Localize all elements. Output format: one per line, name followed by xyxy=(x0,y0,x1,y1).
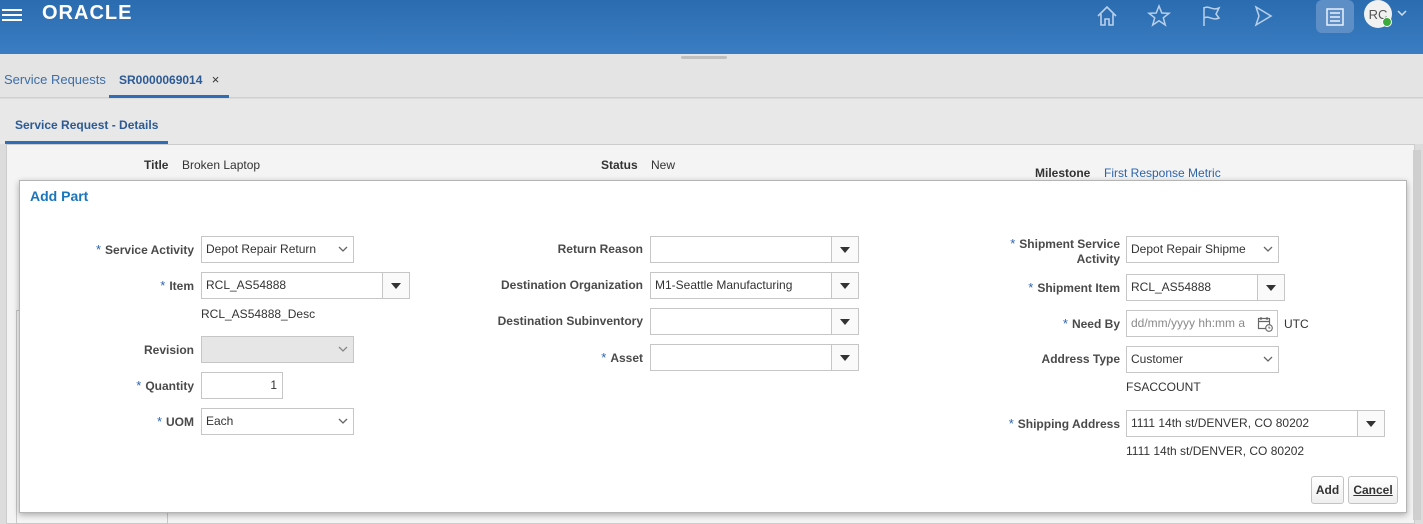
service-activity-label: * Service Activity xyxy=(95,242,194,257)
shipping-address-label: * Shipping Address xyxy=(1008,416,1120,431)
cancel-button[interactable]: Cancel xyxy=(1348,476,1398,504)
revision-select[interactable] xyxy=(201,336,354,363)
close-icon[interactable]: × xyxy=(212,72,220,87)
subtab-bar xyxy=(0,99,1423,144)
item-search-button[interactable] xyxy=(382,273,409,298)
shipping-address-display: 1111 14th st/DENVER, CO 80202 xyxy=(1126,444,1305,458)
subtab-service-request-details[interactable]: Service Request - Details xyxy=(5,112,169,144)
chevron-down-icon xyxy=(338,346,348,352)
tab-strip: Service Requests SR0000069014 × xyxy=(0,54,1423,98)
service-activity-select[interactable]: Depot Repair Return xyxy=(201,236,354,263)
need-by-input[interactable]: dd/mm/yyyy hh:mm a xyxy=(1126,310,1278,337)
destination-subinventory-dropdown-button[interactable] xyxy=(831,309,858,334)
revision-label: Revision xyxy=(143,343,194,357)
dropdown-arrow-icon xyxy=(391,282,401,289)
dropdown-arrow-icon xyxy=(1266,284,1276,291)
address-type-select[interactable]: Customer xyxy=(1126,346,1279,373)
return-reason-select[interactable] xyxy=(650,236,859,263)
dropdown-arrow-icon xyxy=(840,354,850,361)
add-part-dialog: Add Part * Service Activity Depot Repair … xyxy=(19,180,1407,513)
chevron-down-icon xyxy=(1263,246,1273,252)
tab-sr-detail[interactable]: SR0000069014 × xyxy=(109,66,230,98)
milestone-label: Milestone xyxy=(1035,166,1091,180)
quantity-input[interactable]: 1 xyxy=(201,372,283,399)
chevron-down-icon xyxy=(338,418,348,424)
chevron-down-icon xyxy=(338,246,348,252)
oracle-logo: ORACLE xyxy=(42,2,133,24)
splitter-handle[interactable] xyxy=(681,56,727,59)
timezone-label: UTC xyxy=(1284,317,1309,331)
status-value: New xyxy=(651,158,676,172)
tasks-icon[interactable] xyxy=(1316,0,1354,33)
dropdown-arrow-icon xyxy=(1366,420,1376,427)
milestone-link[interactable]: First Response Metric xyxy=(1104,166,1221,180)
need-by-label: * Need By xyxy=(1062,316,1120,331)
destination-organization-label: Destination Organization xyxy=(500,278,643,292)
title-label: Title xyxy=(144,158,169,172)
tab-sr-detail-label: SR0000069014 xyxy=(119,73,203,87)
shipping-address-dropdown-button[interactable] xyxy=(1357,411,1384,436)
add-button[interactable]: Add xyxy=(1311,476,1344,504)
star-icon[interactable] xyxy=(1146,3,1172,29)
quantity-label: * Quantity xyxy=(136,378,194,393)
uom-label: * UOM xyxy=(156,414,194,429)
menu-icon[interactable] xyxy=(2,6,22,24)
destination-subinventory-label: Destination Subinventory xyxy=(497,314,643,328)
destination-subinventory-select[interactable] xyxy=(650,308,859,335)
customer-account: FSACCOUNT xyxy=(1126,380,1201,394)
title-value: Broken Laptop xyxy=(182,158,261,172)
page-scrollbar[interactable] xyxy=(1413,150,1421,520)
global-header: ORACLE RC xyxy=(0,0,1423,54)
shipping-address-select[interactable]: 1111 14th st/DENVER, CO 80202 xyxy=(1126,410,1385,437)
tab-service-requests[interactable]: Service Requests xyxy=(4,72,106,87)
asset-select[interactable] xyxy=(650,344,859,371)
chevron-down-icon xyxy=(1263,356,1273,362)
destination-organization-select[interactable]: M1-Seattle Manufacturing xyxy=(650,272,859,299)
home-icon[interactable] xyxy=(1094,3,1120,29)
destination-organization-dropdown-button[interactable] xyxy=(831,273,858,298)
dropdown-arrow-icon xyxy=(840,318,850,325)
return-reason-label: Return Reason xyxy=(557,242,643,256)
asset-dropdown-button[interactable] xyxy=(831,345,858,370)
asset-label: * Asset xyxy=(601,350,643,365)
return-reason-dropdown-button[interactable] xyxy=(831,237,858,262)
online-status-icon xyxy=(1382,17,1392,27)
flag-icon[interactable] xyxy=(1198,3,1224,29)
shipment-item-input[interactable]: RCL_AS54888 xyxy=(1126,274,1285,301)
shipment-service-activity-label: * Shipment Service Activity xyxy=(1010,236,1120,266)
dialog-title: Add Part xyxy=(30,188,89,204)
item-label: * Item xyxy=(160,278,194,293)
item-input[interactable]: RCL_AS54888 xyxy=(201,272,410,299)
calendar-icon[interactable] xyxy=(1253,311,1277,336)
shipment-item-search-button[interactable] xyxy=(1257,275,1284,300)
dropdown-arrow-icon xyxy=(840,282,850,289)
chevron-down-icon[interactable] xyxy=(1397,8,1407,20)
dropdown-arrow-icon xyxy=(840,246,850,253)
status-label: Status xyxy=(601,158,638,172)
shipment-item-label: * Shipment Item xyxy=(1028,280,1120,295)
navigator-icon[interactable] xyxy=(1250,3,1276,29)
uom-select[interactable]: Each xyxy=(201,408,354,435)
item-description: RCL_AS54888_Desc xyxy=(201,307,316,321)
shipment-service-activity-select[interactable]: Depot Repair Shipme xyxy=(1126,236,1279,263)
required-icon: * xyxy=(95,242,102,257)
address-type-label: Address Type xyxy=(1041,352,1120,366)
